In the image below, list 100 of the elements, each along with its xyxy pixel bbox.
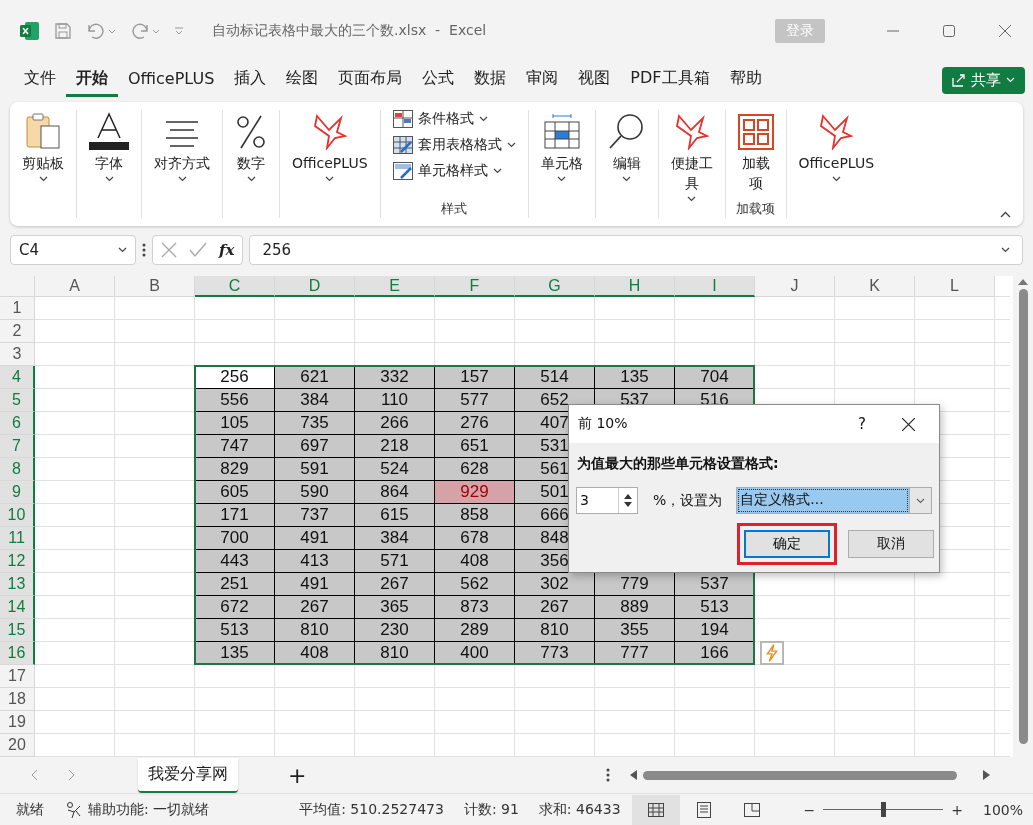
spreadsheet-cell[interactable]: 651 <box>435 435 515 458</box>
row-header[interactable]: 20 <box>0 734 35 757</box>
spreadsheet-cell[interactable]: 577 <box>435 389 515 412</box>
ribbon-button[interactable]: 剪贴板 <box>14 110 72 200</box>
help-button[interactable]: ? <box>842 415 882 433</box>
spreadsheet-cell[interactable]: 672 <box>195 596 275 619</box>
spreadsheet-cell[interactable]: 591 <box>275 458 355 481</box>
spreadsheet-cell[interactable]: 829 <box>195 458 275 481</box>
spreadsheet-cell[interactable]: 873 <box>435 596 515 619</box>
spreadsheet-cell[interactable]: 302 <box>515 573 595 596</box>
spreadsheet-cell[interactable]: 621 <box>275 366 355 389</box>
collapse-ribbon-icon[interactable] <box>1000 211 1011 218</box>
scroll-up-icon[interactable] <box>1018 278 1028 285</box>
spreadsheet-cell[interactable]: 267 <box>275 596 355 619</box>
spreadsheet-cell[interactable]: 773 <box>515 642 595 665</box>
format-dropdown[interactable]: 自定义格式... <box>736 487 933 514</box>
spreadsheet-cell[interactable]: 413 <box>275 550 355 573</box>
spreadsheet-cell[interactable]: 747 <box>195 435 275 458</box>
row-header[interactable]: 16 <box>0 642 35 665</box>
spreadsheet-cell[interactable]: 779 <box>595 573 675 596</box>
column-header[interactable]: B <box>115 276 195 297</box>
ribbon-button[interactable]: 套用表格格式 <box>392 136 516 154</box>
row-header[interactable]: 14 <box>0 596 35 619</box>
ribbon-button[interactable]: 编辑 <box>599 110 654 200</box>
row-header[interactable]: 19 <box>0 711 35 734</box>
spreadsheet-cell[interactable]: 615 <box>355 504 435 527</box>
row-header[interactable]: 11 <box>0 527 35 550</box>
maximize-icon[interactable] <box>943 25 955 37</box>
spreadsheet-cell[interactable]: 513 <box>675 596 755 619</box>
spreadsheet-cell[interactable]: 218 <box>355 435 435 458</box>
more-options-icon[interactable] <box>142 243 146 257</box>
redo-icon[interactable] <box>130 22 160 40</box>
share-button[interactable]: 共享 <box>942 66 1025 94</box>
spreadsheet-cell[interactable]: 384 <box>355 527 435 550</box>
spreadsheet-cell[interactable]: 230 <box>355 619 435 642</box>
spreadsheet-cell[interactable]: 889 <box>595 596 675 619</box>
spreadsheet-cell[interactable]: 355 <box>595 619 675 642</box>
spreadsheet-cell[interactable]: 929 <box>435 481 515 504</box>
row-header[interactable]: 9 <box>0 481 35 504</box>
ribbon-button[interactable]: 条件格式 <box>392 110 516 128</box>
accessibility-status[interactable]: 辅助功能: 一切就绪 <box>88 800 210 819</box>
previous-sheet-icon[interactable] <box>30 769 38 781</box>
spreadsheet-cell[interactable]: 365 <box>355 596 435 619</box>
zoom-out-button[interactable]: − <box>803 801 816 818</box>
spreadsheet-cell[interactable]: 384 <box>275 389 355 412</box>
spreadsheet-cell[interactable]: 810 <box>515 619 595 642</box>
column-header[interactable]: A <box>35 276 115 297</box>
spreadsheet-cell[interactable]: 590 <box>275 481 355 504</box>
spreadsheet-cell[interactable]: 276 <box>435 412 515 435</box>
menu-tab[interactable]: 页面布局 <box>328 63 413 97</box>
spreadsheet-cell[interactable]: 700 <box>195 527 275 550</box>
ribbon-button[interactable]: OfficePLUS <box>790 110 883 200</box>
spreadsheet-cell[interactable]: 135 <box>595 366 675 389</box>
menu-tab[interactable]: 公式 <box>412 63 465 97</box>
row-header[interactable]: 18 <box>0 688 35 711</box>
spreadsheet-cell[interactable]: 443 <box>195 550 275 573</box>
row-header[interactable]: 12 <box>0 550 35 573</box>
row-header[interactable]: 7 <box>0 435 35 458</box>
spreadsheet-cell[interactable]: 562 <box>435 573 515 596</box>
spreadsheet-cell[interactable]: 697 <box>275 435 355 458</box>
column-header[interactable]: H <box>595 276 675 297</box>
name-box[interactable]: C4 <box>10 235 136 265</box>
spreadsheet-cell[interactable]: 810 <box>355 642 435 665</box>
next-sheet-icon[interactable] <box>68 769 76 781</box>
spreadsheet-cell[interactable]: 678 <box>435 527 515 550</box>
accessibility-icon[interactable] <box>66 800 82 819</box>
menu-tab[interactable]: OfficePLUS <box>118 64 225 96</box>
column-header[interactable]: F <box>435 276 515 297</box>
spreadsheet-cell[interactable]: 105 <box>195 412 275 435</box>
spreadsheet-cell[interactable]: 110 <box>355 389 435 412</box>
spreadsheet-cell[interactable]: 777 <box>595 642 675 665</box>
ribbon-button[interactable]: 便捷工具 <box>662 110 721 202</box>
scrollbar-thumb[interactable] <box>643 770 958 780</box>
undo-icon[interactable] <box>86 22 116 40</box>
ribbon-button[interactable]: 单元格样式 <box>392 162 516 180</box>
customize-toolbar-icon[interactable] <box>174 26 184 36</box>
percent-spinner[interactable]: 3 <box>576 487 638 514</box>
menu-tab[interactable]: PDF工具箱 <box>620 63 720 97</box>
zoom-slider-thumb[interactable] <box>881 802 887 817</box>
spreadsheet-cell[interactable]: 408 <box>435 550 515 573</box>
spin-down-icon[interactable] <box>624 502 632 507</box>
add-sheet-button[interactable]: + <box>288 762 307 788</box>
ribbon-button[interactable]: OfficePLUS <box>284 110 376 200</box>
menu-tab[interactable]: 绘图 <box>276 63 329 97</box>
formula-input[interactable]: 256 <box>249 235 1023 265</box>
column-header[interactable]: K <box>835 276 915 297</box>
spreadsheet-cell[interactable]: 858 <box>435 504 515 527</box>
row-header[interactable]: 1 <box>0 297 35 320</box>
spreadsheet-cell[interactable]: 400 <box>435 642 515 665</box>
spreadsheet-cell[interactable]: 864 <box>355 481 435 504</box>
insert-function-button[interactable]: fx <box>219 241 235 259</box>
scrollbar-thumb[interactable] <box>1018 289 1028 744</box>
spreadsheet-cell[interactable]: 194 <box>675 619 755 642</box>
spreadsheet-cell[interactable]: 605 <box>195 481 275 504</box>
spreadsheet-cell[interactable]: 266 <box>355 412 435 435</box>
spreadsheet-cell[interactable]: 267 <box>515 596 595 619</box>
column-header[interactable]: C <box>195 276 275 297</box>
spreadsheet-cell[interactable]: 537 <box>675 573 755 596</box>
spreadsheet-cell[interactable]: 571 <box>355 550 435 573</box>
menu-tab[interactable]: 文件 <box>14 63 66 97</box>
